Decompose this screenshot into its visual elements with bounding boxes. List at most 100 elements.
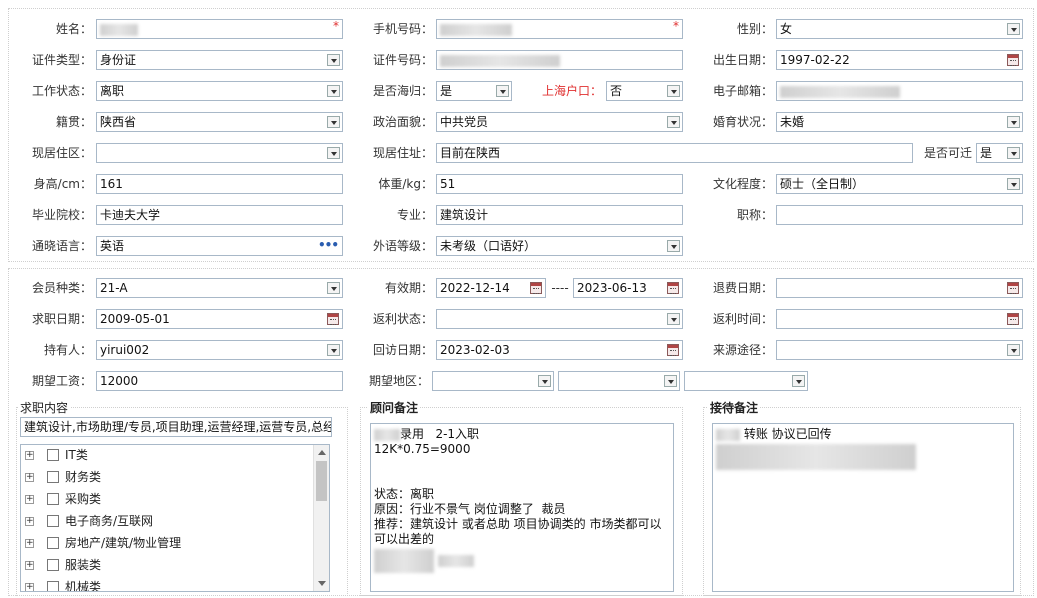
scroll-thumb[interactable] xyxy=(316,461,327,501)
expected-region-select-3[interactable] xyxy=(684,371,808,391)
marital-status-value: 未婚 xyxy=(780,115,805,129)
chevron-down-icon[interactable] xyxy=(667,313,680,325)
plus-box-icon[interactable]: + xyxy=(25,583,34,591)
major-label: 专业： xyxy=(396,208,433,222)
work-status-select[interactable]: 离职 xyxy=(96,81,343,101)
source-select[interactable] xyxy=(776,340,1023,360)
category-checkbox[interactable] xyxy=(47,515,59,527)
chevron-down-icon[interactable] xyxy=(664,375,677,387)
political-status-value: 中共党员 xyxy=(440,115,489,129)
chevron-down-icon[interactable] xyxy=(1007,178,1020,190)
plus-box-icon[interactable]: + xyxy=(25,451,34,460)
scroll-down-icon[interactable] xyxy=(318,581,326,586)
rebate-time-label: 返利时间： xyxy=(712,312,773,326)
followup-date-field[interactable]: 2023-02-03 xyxy=(436,340,683,360)
title-field[interactable] xyxy=(776,205,1023,225)
chevron-down-icon[interactable] xyxy=(667,116,680,128)
weight-field[interactable]: 51 xyxy=(436,174,683,194)
major-field[interactable]: 建筑设计 xyxy=(436,205,683,225)
chevron-down-icon[interactable] xyxy=(538,375,551,387)
chevron-down-icon[interactable] xyxy=(327,147,340,159)
category-checkbox[interactable] xyxy=(47,537,59,549)
gender-select[interactable]: 女 xyxy=(776,19,1023,39)
job-date-field[interactable]: 2009-05-01 xyxy=(96,309,343,329)
calendar-icon[interactable] xyxy=(1007,54,1019,66)
residence-area-label: 现居住区： xyxy=(31,146,92,160)
scroll-up-icon[interactable] xyxy=(318,450,326,455)
chevron-down-icon[interactable] xyxy=(327,85,340,97)
chevron-down-icon[interactable] xyxy=(327,282,340,294)
chevron-down-icon[interactable] xyxy=(792,375,805,387)
expected-region-select-1[interactable] xyxy=(432,371,554,391)
calendar-icon[interactable] xyxy=(667,344,679,356)
relocatable-select[interactable]: 是 xyxy=(976,143,1023,163)
category-label: 采购类 xyxy=(65,492,102,506)
returnee-select[interactable]: 是 xyxy=(436,81,512,101)
job-category-tree[interactable]: + IT类 + 财务类 + 采购类 + 电子商务/互联网 + 房地产/建筑/物业管理 + 服… xyxy=(20,444,330,592)
validity-end-field[interactable]: 2023-06-13 xyxy=(573,278,683,298)
tree-scrollbar[interactable] xyxy=(313,445,329,591)
validity-start-field[interactable]: 2022-12-14 xyxy=(436,278,546,298)
chevron-down-icon[interactable] xyxy=(1007,147,1020,159)
chevron-down-icon[interactable] xyxy=(667,240,680,252)
holder-select[interactable]: yirui002 xyxy=(96,340,343,360)
political-status-select[interactable]: 中共党员 xyxy=(436,112,683,132)
phone-field[interactable]: * xyxy=(436,19,683,39)
category-label: IT类 xyxy=(65,448,88,462)
advisor-note-line: 12K*0.75=9000 xyxy=(374,442,471,456)
refund-date-field[interactable] xyxy=(776,278,1023,298)
native-place-select[interactable]: 陕西省 xyxy=(96,112,343,132)
work-status-value: 离职 xyxy=(100,84,125,98)
calendar-icon[interactable] xyxy=(1007,313,1019,325)
rebate-status-select[interactable] xyxy=(436,309,683,329)
plus-box-icon[interactable]: + xyxy=(25,561,34,570)
plus-box-icon[interactable]: + xyxy=(25,539,34,548)
chevron-down-icon[interactable] xyxy=(1007,23,1020,35)
school-field[interactable]: 卡迪夫大学 xyxy=(96,205,343,225)
category-checkbox[interactable] xyxy=(47,581,59,591)
calendar-icon[interactable] xyxy=(667,282,679,294)
residence-area-select[interactable] xyxy=(96,143,343,163)
email-field[interactable] xyxy=(776,81,1023,101)
id-type-select[interactable]: 身份证 xyxy=(96,50,343,70)
residence-address-field[interactable]: 目前在陕西 xyxy=(436,143,913,163)
expected-salary-field[interactable]: 12000 xyxy=(96,371,343,391)
shanghai-hukou-select[interactable]: 否 xyxy=(606,81,683,101)
category-label: 服装类 xyxy=(65,558,102,572)
job-content-summary[interactable]: 建筑设计,市场助理/专员,项目助理,运营经理,运营专员,总经 xyxy=(20,417,332,437)
category-checkbox[interactable] xyxy=(47,493,59,505)
chevron-down-icon[interactable] xyxy=(496,85,509,97)
category-checkbox[interactable] xyxy=(47,559,59,571)
languages-field[interactable]: 英语 ••• xyxy=(96,236,343,256)
category-label: 机械类 xyxy=(65,580,102,592)
plus-box-icon[interactable]: + xyxy=(25,495,34,504)
chevron-down-icon[interactable] xyxy=(1007,116,1020,128)
advisor-notes-textarea[interactable]: 录用 2-1入职 12K*0.75=9000 状态：离职 原因：行业不景气 岗位调整了… xyxy=(370,423,674,592)
id-number-field[interactable] xyxy=(436,50,683,70)
plus-box-icon[interactable]: + xyxy=(25,473,34,482)
calendar-icon[interactable] xyxy=(327,313,339,325)
marital-status-select[interactable]: 未婚 xyxy=(776,112,1023,132)
reception-note-line: 转账 协议已回传 xyxy=(716,427,1010,442)
height-field[interactable]: 161 xyxy=(96,174,343,194)
calendar-icon[interactable] xyxy=(1007,282,1019,294)
education-value: 硕士（全日制） xyxy=(780,177,865,191)
category-checkbox[interactable] xyxy=(47,449,59,461)
chevron-down-icon[interactable] xyxy=(1007,344,1020,356)
member-type-select[interactable]: 21-A xyxy=(96,278,343,298)
calendar-icon[interactable] xyxy=(530,282,542,294)
expected-region-select-2[interactable] xyxy=(558,371,680,391)
chevron-down-icon[interactable] xyxy=(667,85,680,97)
plus-box-icon[interactable]: + xyxy=(25,517,34,526)
category-checkbox[interactable] xyxy=(47,471,59,483)
rebate-time-field[interactable] xyxy=(776,309,1023,329)
birth-date-field[interactable]: 1997-02-22 xyxy=(776,50,1023,70)
chevron-down-icon[interactable] xyxy=(327,344,340,356)
chevron-down-icon[interactable] xyxy=(327,116,340,128)
ellipsis-icon[interactable]: ••• xyxy=(318,237,339,254)
education-select[interactable]: 硕士（全日制） xyxy=(776,174,1023,194)
reception-notes-textarea[interactable]: 转账 协议已回传 xyxy=(712,423,1014,592)
language-level-select[interactable]: 未考级（口语好） xyxy=(436,236,683,256)
chevron-down-icon[interactable] xyxy=(327,54,340,66)
name-field[interactable]: * xyxy=(96,19,343,39)
